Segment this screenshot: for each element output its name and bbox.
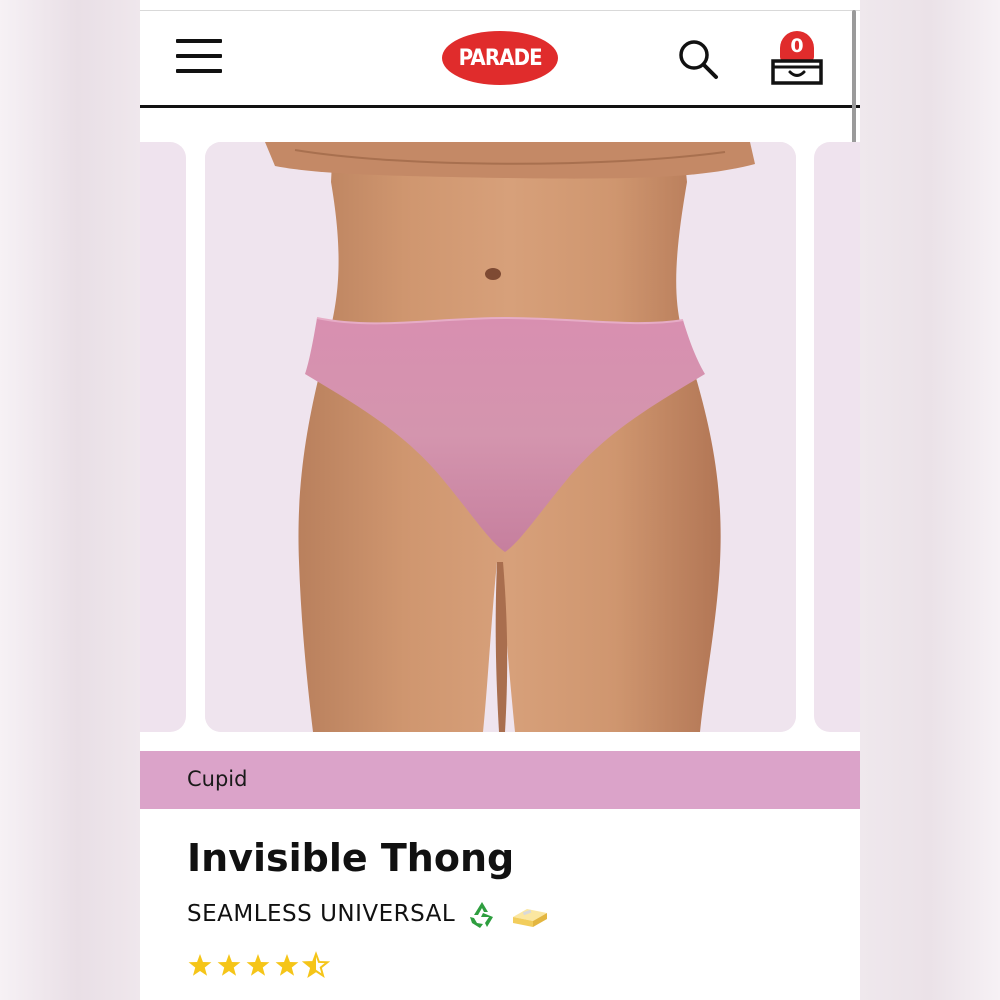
product-title: Invisible Thong xyxy=(187,836,515,880)
site-header: PARADE 0 xyxy=(140,10,860,108)
model-photo xyxy=(205,142,796,732)
scrollbar[interactable] xyxy=(852,10,856,145)
parade-logo[interactable]: PARADE xyxy=(442,31,558,85)
phone-screen: PARADE 0 Cupid Invisible Thong SEAMLESS … xyxy=(140,0,860,1000)
color-name: Cupid xyxy=(187,767,248,791)
star-full-icon xyxy=(217,954,241,976)
product-subtitle: SEAMLESS UNIVERSAL xyxy=(187,901,456,927)
star-rating[interactable] xyxy=(187,950,337,982)
blurred-backdrop-left xyxy=(0,0,140,1000)
product-image-carousel[interactable] xyxy=(140,140,860,732)
butter-icon xyxy=(513,909,548,927)
star-full-icon xyxy=(188,954,212,976)
star-full-icon xyxy=(275,954,299,976)
previous-image-card[interactable] xyxy=(140,142,186,732)
menu-bar-line xyxy=(176,69,222,73)
search-icon[interactable] xyxy=(676,37,720,81)
recycle-icon xyxy=(466,898,499,930)
menu-bar-line xyxy=(176,39,222,43)
product-image[interactable] xyxy=(205,142,796,732)
cart-button[interactable]: 0 xyxy=(770,31,826,91)
logo-text: PARADE xyxy=(458,45,542,71)
next-image-card[interactable] xyxy=(814,142,860,732)
menu-bar-line xyxy=(176,54,222,58)
cart-drawer-icon xyxy=(771,59,823,85)
star-full-icon xyxy=(246,954,270,976)
blurred-backdrop-right xyxy=(860,0,1000,1000)
color-name-bar: Cupid xyxy=(140,751,860,809)
hamburger-menu-icon[interactable] xyxy=(176,37,222,77)
product-subtitle-row: SEAMLESS UNIVERSAL xyxy=(187,896,549,932)
